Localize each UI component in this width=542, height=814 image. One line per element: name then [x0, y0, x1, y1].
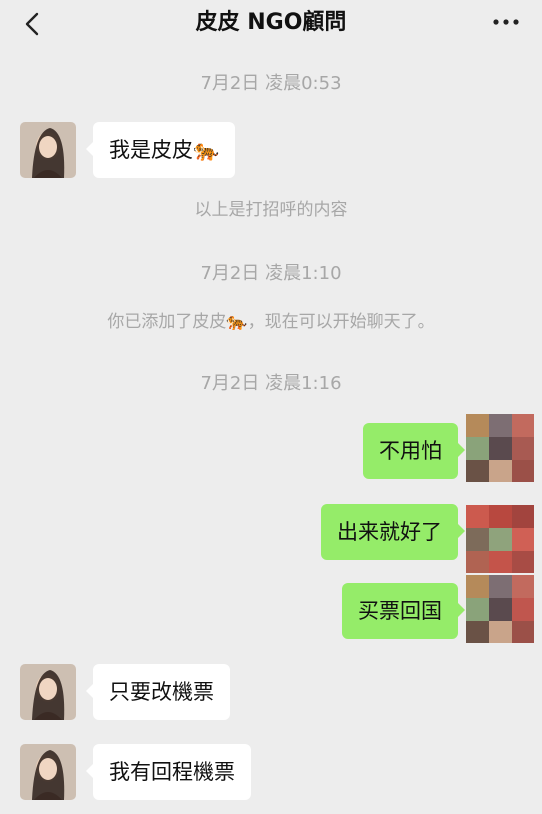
self-avatar[interactable]	[466, 575, 534, 643]
message-bubble-outgoing[interactable]: 不用怕	[363, 423, 465, 479]
more-button[interactable]	[490, 12, 522, 32]
message-bubble-outgoing[interactable]: 出来就好了	[321, 504, 465, 560]
message-bubble-incoming[interactable]: 我有回程機票	[86, 744, 251, 800]
message-bubble-outgoing[interactable]: 买票回国	[342, 583, 465, 639]
more-icon	[493, 19, 519, 25]
pixelated-avatar-icon	[466, 575, 534, 643]
contact-avatar[interactable]	[20, 744, 76, 800]
avatar-photo-icon	[20, 664, 76, 720]
avatar-photo-icon	[20, 122, 76, 178]
timestamp: 7月2日 凌晨1:16	[200, 373, 342, 394]
contact-avatar[interactable]	[20, 122, 76, 178]
timestamp: 7月2日 凌晨1:10	[200, 263, 342, 284]
self-avatar[interactable]	[466, 414, 534, 482]
pixelated-avatar-icon	[466, 505, 534, 573]
chat-header: 皮皮 NGO顧問	[0, 0, 542, 50]
contact-avatar[interactable]	[20, 664, 76, 720]
pixelated-avatar-icon	[466, 414, 534, 482]
message-bubble-incoming[interactable]: 只要改機票	[86, 664, 230, 720]
system-note-greeting: 以上是打招呼的内容	[194, 200, 348, 220]
timestamp: 7月2日 凌晨0:53	[200, 73, 342, 94]
avatar-photo-icon	[20, 744, 76, 800]
message-bubble-incoming[interactable]: 我是皮皮🐅	[85, 122, 236, 178]
system-note-added: 你已添加了皮皮🐅，现在可以开始聊天了。	[107, 312, 435, 332]
chat-title: 皮皮 NGO顧問	[195, 10, 347, 35]
self-avatar[interactable]	[466, 505, 534, 573]
